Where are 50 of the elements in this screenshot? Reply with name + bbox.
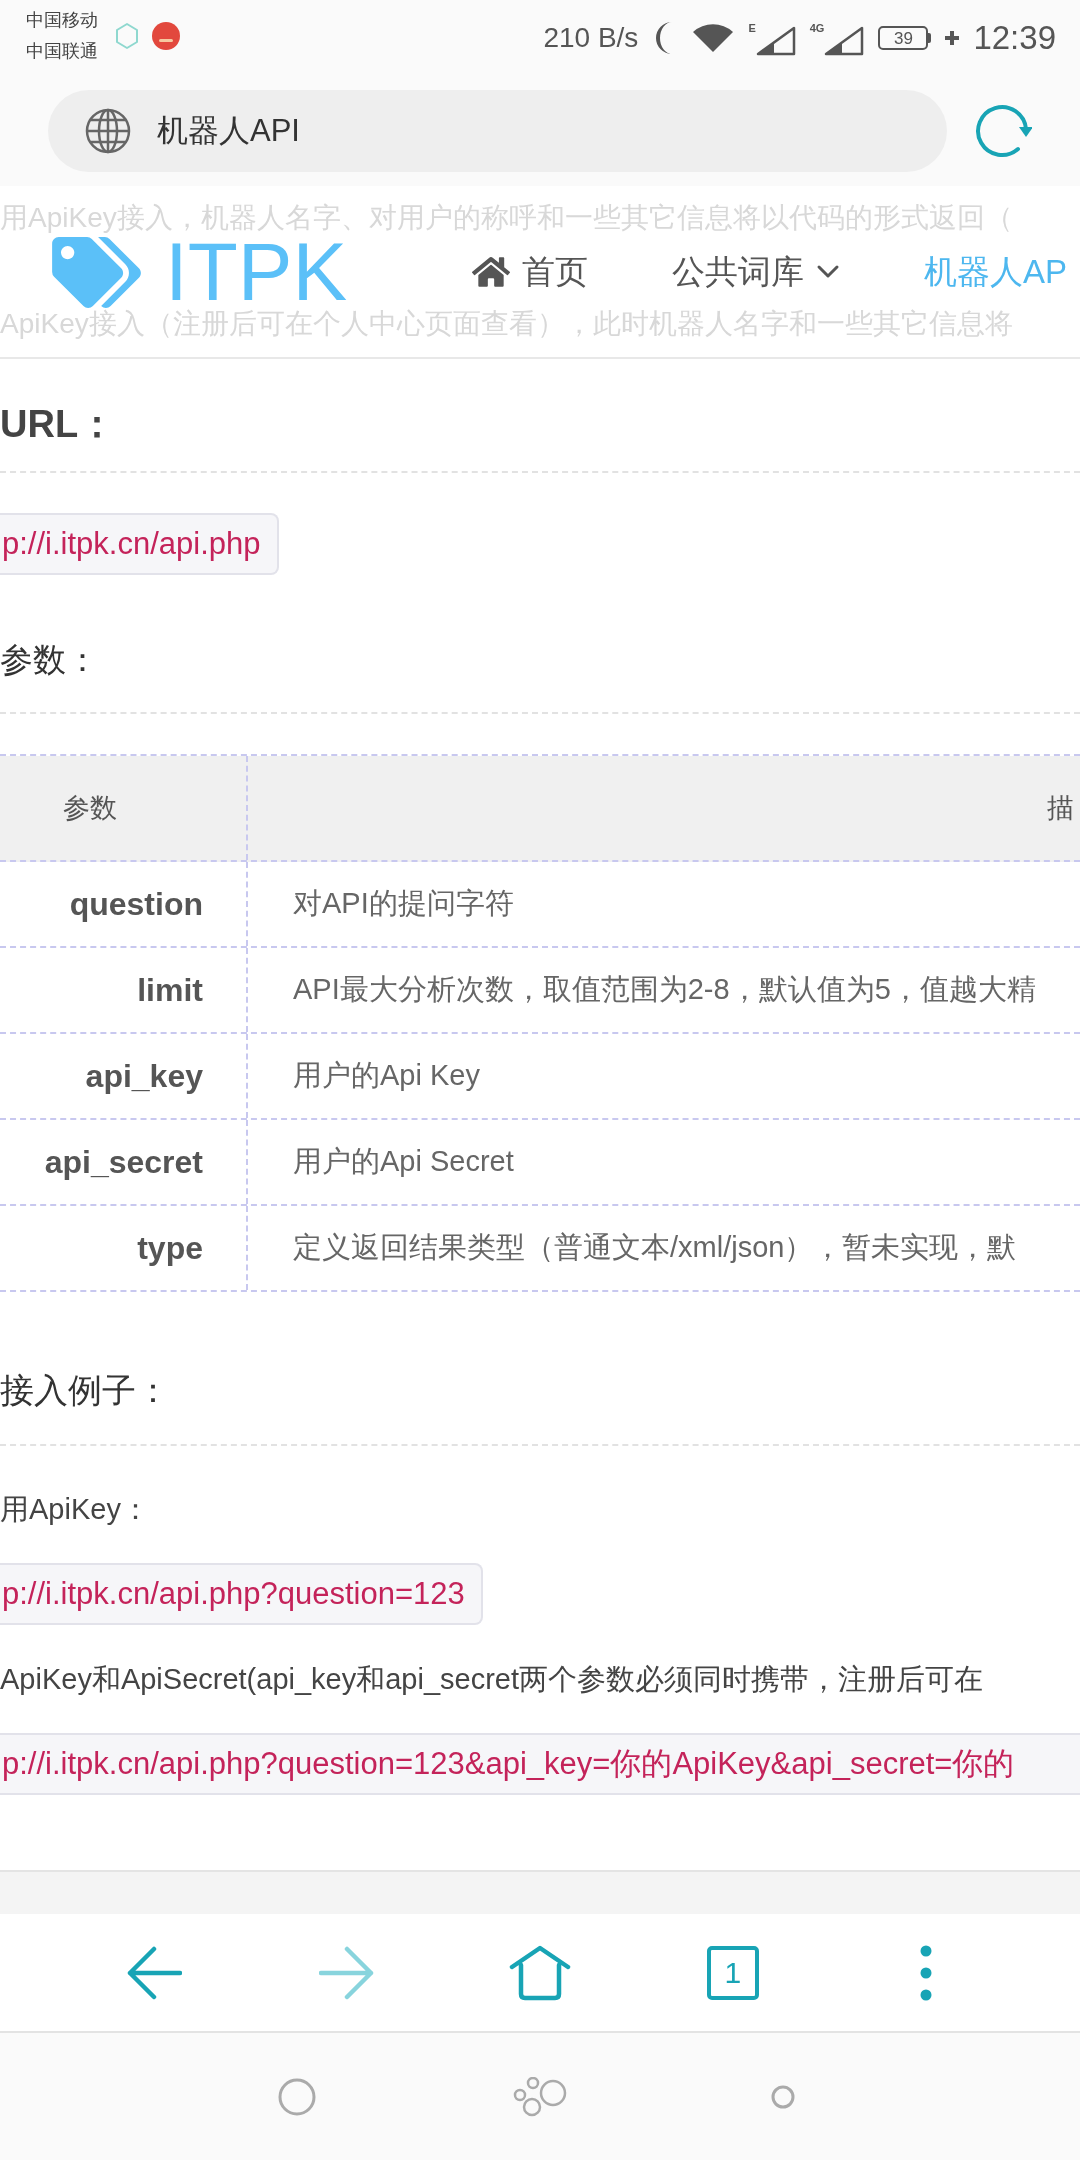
battery-indicator: 39 — [878, 26, 932, 50]
arrow-left-icon — [126, 1944, 183, 2001]
param-description-cell-text: 用户的Api Secret — [292, 1144, 515, 1180]
arrow-right-icon — [319, 1944, 376, 2001]
param-description-cell-text: 定义返回结果类型（普通文本/xml/json），暂未实现，默 — [292, 1230, 1018, 1266]
nav-link[interactable]: 公共词库 — [672, 247, 840, 297]
wifi-icon — [692, 23, 735, 53]
home-icon — [472, 255, 510, 289]
house-icon — [509, 1944, 571, 2001]
carrier-name: 中国联通 — [26, 40, 98, 63]
code-snippet: p://i.itpk.cn/api.php?question=123&api_key=你的ApiKey&api_secret=你的 — [0, 1733, 1080, 1795]
network-speed: 210 B/s — [543, 21, 639, 55]
more-vertical-icon — [919, 1944, 932, 2001]
round-app-icon — [152, 22, 180, 50]
code-snippet: p://i.itpk.cn/api.php?question=123 — [0, 1563, 483, 1625]
ring-nav-icon[interactable] — [277, 2077, 316, 2116]
more-button[interactable] — [919, 1944, 932, 2001]
table-header-cell: 参数 — [0, 756, 248, 860]
section-heading: URL： — [0, 402, 118, 446]
carrier-name: 中国移动 — [26, 9, 98, 32]
home-button[interactable] — [509, 1944, 571, 2001]
network-type-text: 4G — [809, 22, 825, 34]
param-name-cell: api_key — [0, 1034, 248, 1118]
network-type-text: E — [748, 22, 756, 34]
signal-strength-icon — [824, 26, 865, 56]
param-name-cell: limit — [0, 948, 248, 1032]
tag-logo-icon[interactable] — [52, 236, 141, 308]
example-description: ApiKey和ApiSecret(api_key和api_secret两个参数必须同时携带，注册后可在 — [0, 1662, 985, 1697]
chevron-down-icon — [816, 264, 840, 280]
charging-plus-icon — [945, 31, 960, 45]
code-snippet: p://i.itpk.cn/api.php — [0, 513, 279, 575]
section-heading: 接入例子： — [0, 1370, 171, 1411]
section-heading: 参数： — [0, 640, 100, 680]
param-name-cell: question — [0, 862, 248, 946]
param-description-cell-text: 对API的提问字符 — [292, 886, 515, 922]
globe-icon — [85, 108, 131, 154]
bubbles-nav-icon[interactable] — [513, 2076, 567, 2117]
param-description-cell-text: API最大分析次数，取值范围为2-8，默认值为5，值越大精 — [292, 972, 1037, 1008]
back-button[interactable] — [126, 1944, 183, 2001]
table-header-cell-text: 描 — [1046, 791, 1075, 825]
example-description: 用ApiKey： — [0, 1492, 151, 1527]
hexagon-app-icon — [114, 22, 140, 50]
small-ring-nav-icon[interactable] — [771, 2084, 796, 2109]
nav-link[interactable]: 首页 — [472, 247, 588, 297]
param-description-cell-text: 用户的Api Key — [292, 1058, 481, 1094]
param-name-cell: api_secret — [0, 1120, 248, 1204]
clock-time: 12:39 — [973, 18, 1056, 59]
signal-strength-icon — [755, 26, 796, 56]
param-name-cell: type — [0, 1206, 248, 1290]
address-field[interactable]: 机器人API — [48, 90, 947, 172]
